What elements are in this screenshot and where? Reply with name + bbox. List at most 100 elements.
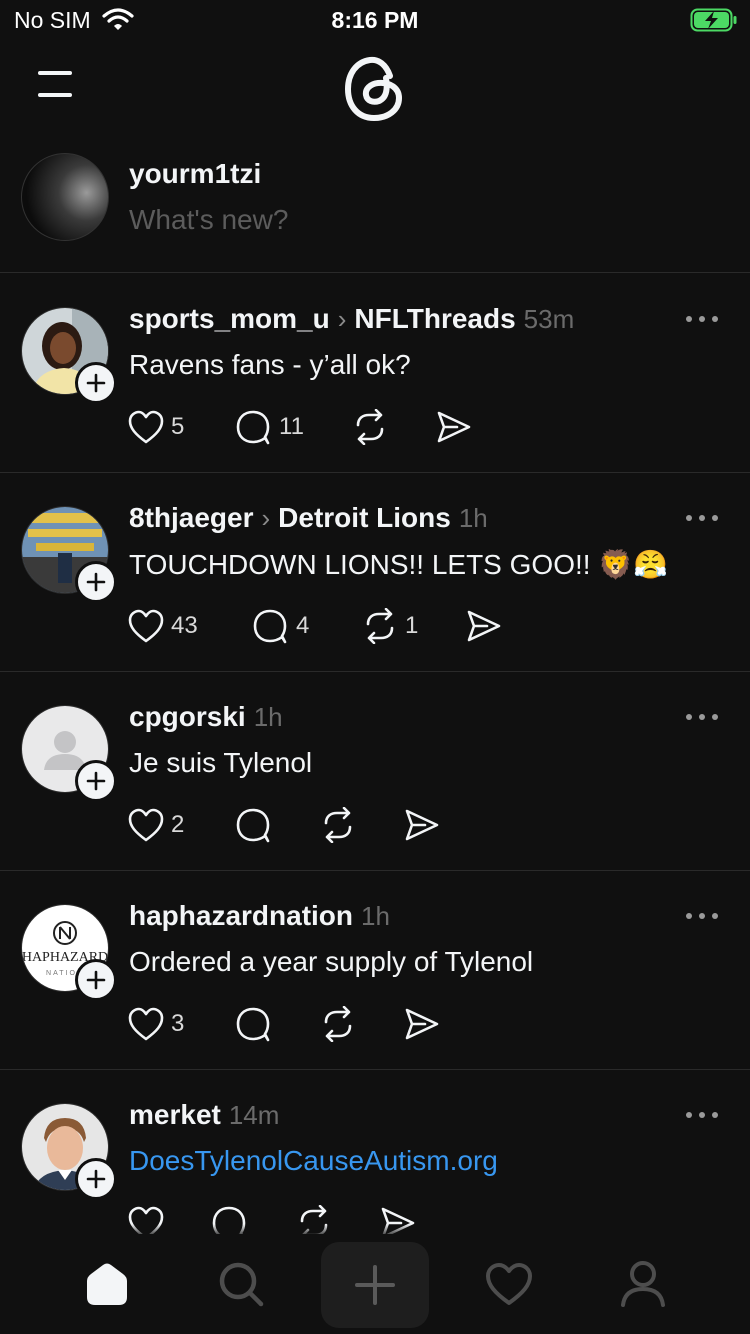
- threads-logo-icon[interactable]: [342, 52, 408, 124]
- repost-button[interactable]: [351, 407, 395, 447]
- share-button[interactable]: [403, 805, 441, 845]
- post-time: 1h: [361, 901, 390, 931]
- follow-button[interactable]: [75, 1158, 117, 1200]
- battery-charging-icon: [690, 8, 737, 32]
- repost-button[interactable]: [319, 805, 357, 845]
- plus-icon: [86, 1169, 106, 1189]
- reply-count: 11: [279, 413, 304, 440]
- more-options-icon[interactable]: [684, 508, 720, 528]
- like-button[interactable]: 43: [127, 606, 198, 646]
- heart-icon: [128, 1007, 164, 1041]
- send-icon: [405, 1008, 439, 1040]
- more-options-icon[interactable]: [684, 309, 720, 329]
- post-avatar[interactable]: [21, 506, 117, 603]
- post-community[interactable]: NFLThreads: [354, 303, 515, 334]
- more-options-icon[interactable]: [684, 1105, 720, 1125]
- comment-icon: [236, 410, 270, 445]
- post-text: TOUCHDOWN LIONS!! LETS GOO!! 🦁😤: [129, 549, 669, 580]
- post-link[interactable]: DoesTylenolCauseAutism.org: [129, 1145, 498, 1177]
- nav-home[interactable]: [52, 1234, 162, 1334]
- plus-icon: [86, 771, 106, 791]
- share-button[interactable]: [403, 1004, 441, 1044]
- plus-icon: [86, 373, 106, 393]
- composer-username: yourm1tzi: [129, 158, 262, 189]
- like-count: 3: [171, 1010, 185, 1037]
- post-text: Ravens fans - y’all ok?: [129, 349, 411, 380]
- share-button[interactable]: [465, 606, 503, 646]
- post-meta: 8thjaeger › Detroit Lions 1h: [129, 502, 488, 538]
- post-avatar[interactable]: HAPHAZARD NATION: [21, 904, 117, 1001]
- post-community[interactable]: Detroit Lions: [278, 502, 451, 533]
- like-button[interactable]: 2: [127, 805, 184, 845]
- bottom-nav: [0, 1234, 750, 1334]
- plus-icon: [86, 970, 106, 990]
- plus-icon: [86, 572, 106, 592]
- comment-icon: [236, 1007, 270, 1042]
- comment-icon: [236, 808, 270, 843]
- nav-profile[interactable]: [588, 1234, 698, 1334]
- avatar[interactable]: [21, 153, 109, 241]
- hamburger-menu-icon[interactable]: [36, 68, 76, 102]
- post-meta: cpgorski 1h: [129, 701, 283, 737]
- share-button[interactable]: [435, 407, 473, 447]
- post-avatar[interactable]: [21, 1103, 117, 1200]
- new-thread-composer[interactable]: yourm1tzi What's new?: [0, 142, 750, 273]
- like-count: 5: [171, 413, 185, 440]
- more-options-icon[interactable]: [684, 906, 720, 926]
- post-time: 1h: [458, 503, 488, 533]
- post-time: 1h: [253, 702, 283, 732]
- feed-post[interactable]: HAPHAZARD NATION haphazardnation 1h Order…: [0, 870, 750, 1070]
- comment-icon: [253, 609, 287, 644]
- post-avatar[interactable]: [21, 705, 117, 802]
- send-icon: [437, 411, 471, 443]
- post-author[interactable]: 8thjaeger: [129, 502, 254, 533]
- feed-post[interactable]: cpgorski 1h Je suis Tylenol 2: [0, 671, 750, 871]
- nav-create[interactable]: [321, 1242, 429, 1328]
- like-count: 43: [171, 612, 198, 639]
- reply-button[interactable]: [235, 805, 273, 845]
- follow-button[interactable]: [75, 959, 117, 1001]
- status-bar: No SIM 8:16 PM: [0, 0, 750, 42]
- chevron-right-icon: ›: [337, 304, 347, 334]
- chevron-right-icon: ›: [261, 503, 271, 533]
- reply-button[interactable]: [235, 1004, 273, 1044]
- like-button[interactable]: 3: [127, 1004, 184, 1044]
- more-options-icon[interactable]: [684, 707, 720, 727]
- post-avatar[interactable]: [21, 307, 117, 404]
- post-author[interactable]: sports_mom_u: [129, 303, 330, 334]
- follow-button[interactable]: [75, 561, 117, 603]
- activity-heart-icon: [486, 1263, 532, 1305]
- post-meta: merket 14m: [129, 1099, 279, 1135]
- like-button[interactable]: 5: [127, 407, 184, 447]
- new-thread-input[interactable]: What's new?: [129, 204, 288, 236]
- reply-button[interactable]: 11: [235, 407, 304, 447]
- post-author[interactable]: merket: [129, 1099, 221, 1130]
- repost-icon: [366, 608, 394, 644]
- heart-icon: [128, 808, 164, 842]
- heart-icon: [128, 609, 164, 643]
- repost-icon: [356, 409, 384, 445]
- repost-button[interactable]: 1: [361, 606, 418, 646]
- profile-icon: [621, 1261, 665, 1307]
- send-icon: [405, 809, 439, 841]
- repost-icon: [324, 1006, 352, 1042]
- feed-post[interactable]: sports_mom_u › NFLThreads 53m Ravens fans -…: [0, 273, 750, 473]
- follow-button[interactable]: [75, 760, 117, 802]
- like-count: 2: [171, 811, 185, 838]
- repost-button[interactable]: [319, 1004, 357, 1044]
- post-text: Je suis Tylenol: [129, 747, 313, 778]
- app-header: [0, 42, 750, 142]
- post-text: Ordered a year supply of Tylenol: [129, 946, 534, 977]
- post-author[interactable]: cpgorski: [129, 701, 246, 732]
- home-icon: [87, 1263, 127, 1305]
- post-time: 53m: [523, 304, 575, 334]
- repost-icon: [324, 807, 352, 843]
- reply-button[interactable]: 4: [252, 606, 309, 646]
- post-author[interactable]: haphazardnation: [129, 900, 353, 931]
- feed-post[interactable]: 8thjaeger › Detroit Lions 1h TOUCHDOWN LION…: [0, 472, 750, 672]
- follow-button[interactable]: [75, 362, 117, 404]
- send-icon: [467, 610, 501, 642]
- nav-activity[interactable]: [454, 1234, 564, 1334]
- nav-search[interactable]: [186, 1234, 296, 1334]
- create-icon: [355, 1265, 395, 1305]
